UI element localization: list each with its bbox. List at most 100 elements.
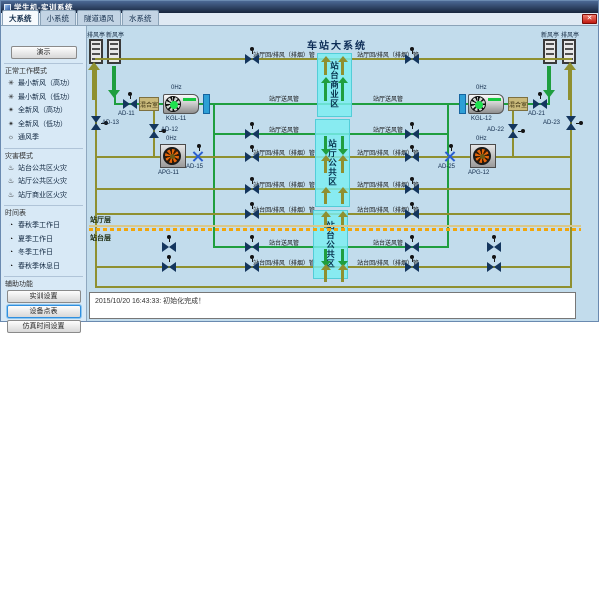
return-fan-left[interactable] <box>160 144 186 168</box>
damper-motor-icon <box>167 235 171 239</box>
floor-line-hall <box>89 225 581 227</box>
sidebar-item-hall-public-fire[interactable]: ♨ 站厅公共区火灾 <box>4 175 83 189</box>
fresh-drop-right <box>548 66 550 104</box>
sidebar-item-winter-workday[interactable]: ◔ 冬季工作日 <box>4 246 83 260</box>
damper-icon-main-left[interactable] <box>123 99 137 109</box>
exhaust-tower-left-icon <box>89 39 103 64</box>
damper-icon[interactable] <box>162 262 176 272</box>
sidebar-item-full-fresh-high[interactable]: ✴ 全新风（高功） <box>4 104 83 118</box>
damper-code: AD-15 <box>186 164 203 170</box>
demo-button[interactable]: 演示 <box>11 46 77 59</box>
ahu-left[interactable] <box>163 94 199 114</box>
sidebar-item-full-fresh-low[interactable]: ✴ 全新风（低功） <box>4 118 83 132</box>
flow-arrow-down <box>341 136 344 149</box>
damper-icon-recirc-right[interactable] <box>508 124 518 138</box>
duct-label: 站厅回/排风（排烟）管 <box>253 148 315 157</box>
clock-icon: ◔ <box>7 219 15 233</box>
damper-icon[interactable] <box>405 209 419 219</box>
flow-arrow-down <box>324 136 327 149</box>
sidebar-item-min-fresh-low[interactable]: ✳ 最小新风（低功） <box>4 91 83 105</box>
tab-water-system[interactable]: 水系统 <box>122 10 159 25</box>
tab-big-system[interactable]: 大系统 <box>2 10 39 25</box>
duct-label: 站厅送风管 <box>253 94 315 103</box>
fire-icon: ♨ <box>7 175 15 189</box>
training-settings-button[interactable]: 实训设置 <box>7 290 81 303</box>
damper-icon[interactable] <box>245 54 259 64</box>
damper-code: AD-13 <box>102 120 119 126</box>
duct-label: 站厅回/排风（排烟）管 <box>253 50 315 59</box>
damper-icon[interactable] <box>245 129 259 139</box>
damper-icon[interactable] <box>245 209 259 219</box>
return-trunk-bottom <box>95 286 572 288</box>
duct-label: 站厅回/排风（排烟）管 <box>253 180 315 189</box>
return-fan-left-code: APG-11 <box>158 170 179 176</box>
flow-arrow-down <box>324 249 327 261</box>
sidebar-item-summer-workday[interactable]: ◔ 夏季工作日 <box>4 233 83 247</box>
damper-motor-icon <box>410 202 414 206</box>
damper-icon-recirc-left[interactable] <box>149 124 159 138</box>
damper-icon[interactable] <box>162 242 176 252</box>
damper-icon[interactable] <box>405 184 419 194</box>
ahu-right[interactable] <box>468 94 504 114</box>
flow-arrow-up <box>324 270 327 282</box>
tower-label-fresh-right: 新风亭 <box>541 30 559 39</box>
device-point-table-button[interactable]: 设备点表 <box>7 305 81 318</box>
fan-impeller-icon <box>473 147 491 165</box>
damper-motor-icon <box>492 255 496 259</box>
damper-motor-icon <box>250 145 254 149</box>
damper-code: AD-12 <box>161 127 178 133</box>
sidebar-item-min-fresh-high[interactable]: ✳ 最小新风（高功） <box>4 77 83 91</box>
fire-icon: ♨ <box>7 189 15 203</box>
damper-icon[interactable] <box>245 262 259 272</box>
sidebar-item-ventilation-season[interactable]: ☼ 通风季 <box>4 131 83 145</box>
damper-icon[interactable] <box>405 54 419 64</box>
silencer-right-icon <box>459 94 466 114</box>
diagram-canvas: 车站大系统 排风亭 新风亭 新风亭 排风亭 <box>87 26 598 321</box>
sidebar-item-hall-commercial-fire[interactable]: ♨ 站厅商业区火灾 <box>4 189 83 203</box>
damper-motor-icon <box>250 122 254 126</box>
season-icon: ☼ <box>7 131 15 145</box>
tab-small-system[interactable]: 小系统 <box>40 10 77 25</box>
sidebar-item-springfall-workday[interactable]: ◔ 春秋季工作日 <box>4 219 83 233</box>
fresh-tower-left-icon <box>107 39 121 64</box>
main-area: 演示 正常工作模式 ✳ 最小新风（高功） ✳ 最小新风（低功） ✴ 全新风（高功… <box>1 26 598 321</box>
simulation-time-button[interactable]: 仿真时间设置 <box>7 320 81 333</box>
damper-icon-return-right[interactable] <box>444 151 455 162</box>
damper-motor-icon <box>250 255 254 259</box>
damper-icon[interactable] <box>405 129 419 139</box>
close-icon[interactable]: ✕ <box>582 14 597 24</box>
damper-icon[interactable] <box>487 262 501 272</box>
sidebar-item-platform-public-fire[interactable]: ♨ 站台公共区火灾 <box>4 162 83 176</box>
damper-code: AD-21 <box>528 111 545 117</box>
ahu-right-frequency: 0Hz <box>476 85 487 91</box>
tab-tunnel-ventilation[interactable]: 隧道通风 <box>77 10 121 25</box>
damper-icon[interactable] <box>405 152 419 162</box>
damper-icon[interactable] <box>245 184 259 194</box>
damper-icon-riser-right[interactable] <box>566 116 576 130</box>
damper-icon[interactable] <box>405 262 419 272</box>
damper-icon[interactable] <box>245 242 259 252</box>
damper-icon-return-left[interactable] <box>192 151 203 162</box>
damper-icon-main-right[interactable] <box>533 99 547 109</box>
damper-icon[interactable] <box>487 242 501 252</box>
damper-motor-icon <box>250 202 254 206</box>
sidebar-item-springfall-restday[interactable]: ◔ 春秋季休息日 <box>4 260 83 274</box>
tower-label-exhaust-right: 排风亭 <box>561 30 579 39</box>
sidebar: 演示 正常工作模式 ✳ 最小新风（高功） ✳ 最小新风（低功） ✴ 全新风（高功… <box>1 26 87 321</box>
damper-motor-icon <box>128 92 132 96</box>
damper-motor-icon <box>250 177 254 181</box>
damper-code: AD-23 <box>543 120 560 126</box>
event-log: 2015/10/20 16:43:33: 初始化完成！ <box>89 292 576 319</box>
return-fan-left-frequency: 0Hz <box>166 136 177 142</box>
fan-mode-icon: ✴ <box>7 118 15 132</box>
damper-icon[interactable] <box>405 242 419 252</box>
damper-motor-icon <box>449 144 453 148</box>
exhaust-tower-right-icon <box>562 39 576 64</box>
damper-motor-icon <box>410 122 414 126</box>
flow-arrow-up <box>324 83 327 101</box>
return-fan-right[interactable] <box>470 144 496 168</box>
mixing-box-left: 混合室 <box>139 97 159 111</box>
damper-icon[interactable] <box>245 152 259 162</box>
damper-icon-riser-left[interactable] <box>91 116 101 130</box>
fan-impeller-icon <box>163 147 181 165</box>
